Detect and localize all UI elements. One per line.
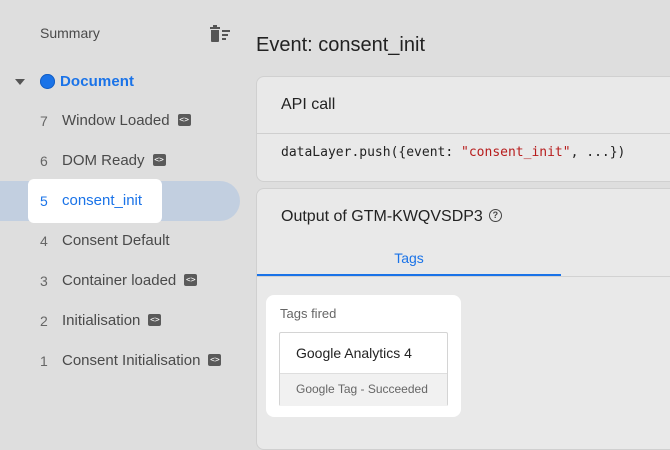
event-label: consent_init — [62, 192, 143, 209]
event-label: Consent Default — [62, 232, 170, 249]
document-label: Document — [60, 73, 135, 90]
tab-divider — [257, 276, 670, 277]
event-row-4[interactable]: 4 Consent Default — [0, 221, 240, 261]
code-icon: <> — [177, 114, 191, 127]
event-row-5-selected[interactable]: 5 consent_init — [0, 179, 240, 223]
code-string: "consent_init" — [461, 145, 571, 160]
event-row-2[interactable]: 2 Initialisation <> — [0, 301, 240, 341]
api-call-card: API call dataLayer.push({event: "consent… — [256, 76, 670, 182]
output-header: Output of GTM-KWQVSDP3? — [281, 208, 502, 226]
tag-footer: Google Tag - Succeeded — [280, 373, 447, 406]
event-number: 3 — [40, 273, 48, 289]
event-row-7[interactable]: 7 Window Loaded <> — [0, 101, 240, 141]
code-icon: <> — [148, 314, 162, 327]
document-row[interactable]: Document — [0, 62, 244, 102]
summary-row[interactable]: Summary — [0, 14, 244, 54]
event-number: 5 — [40, 193, 48, 209]
delete-sweep-icon[interactable] — [209, 25, 231, 43]
tab-tags[interactable]: Tags — [257, 241, 561, 275]
divider — [257, 133, 670, 134]
event-number: 1 — [40, 353, 48, 369]
event-number: 6 — [40, 153, 48, 169]
event-number: 2 — [40, 313, 48, 329]
event-row-1[interactable]: 1 Consent Initialisation <> — [0, 341, 240, 381]
event-number: 4 — [40, 233, 48, 249]
output-header-label: Output of GTM-KWQVSDP3 — [281, 208, 483, 225]
code-icon: <> — [208, 354, 222, 367]
code-suffix: , ...}) — [570, 145, 626, 160]
api-call-code: dataLayer.push({event: "consent_init", .… — [281, 145, 625, 160]
code-icon: <> — [152, 154, 166, 167]
event-label: Consent Initialisation — [62, 352, 201, 369]
code-icon: <> — [184, 274, 198, 287]
sidebar: Summary Document 7 Window Loaded <> 6 DOM… — [0, 0, 244, 430]
event-row-3[interactable]: 3 Container loaded <> — [0, 261, 240, 301]
page-title: Event: consent_init — [256, 34, 425, 56]
tag-status: Google Tag - Succeeded — [296, 382, 428, 396]
event-label: Window Loaded — [62, 112, 170, 129]
tag-card[interactable]: Google Analytics 4 Google Tag - Succeede… — [279, 332, 448, 406]
document-icon — [40, 74, 55, 89]
code-prefix: dataLayer.push({event: — [281, 145, 462, 160]
summary-label: Summary — [40, 25, 100, 41]
caret-down-icon[interactable] — [15, 79, 25, 85]
event-label: Initialisation — [62, 312, 141, 329]
event-number: 7 — [40, 113, 48, 129]
event-row-6[interactable]: 6 DOM Ready <> — [0, 141, 240, 181]
tags-fired-label: Tags fired — [280, 306, 337, 321]
api-call-header: API call — [281, 96, 336, 113]
tag-name: Google Analytics 4 — [296, 345, 412, 361]
help-circle-icon[interactable]: ? — [488, 209, 502, 223]
event-label: DOM Ready — [62, 152, 145, 169]
tags-fired-panel: Tags fired Google Analytics 4 Google Tag… — [266, 295, 461, 417]
event-label: Container loaded — [62, 272, 177, 289]
